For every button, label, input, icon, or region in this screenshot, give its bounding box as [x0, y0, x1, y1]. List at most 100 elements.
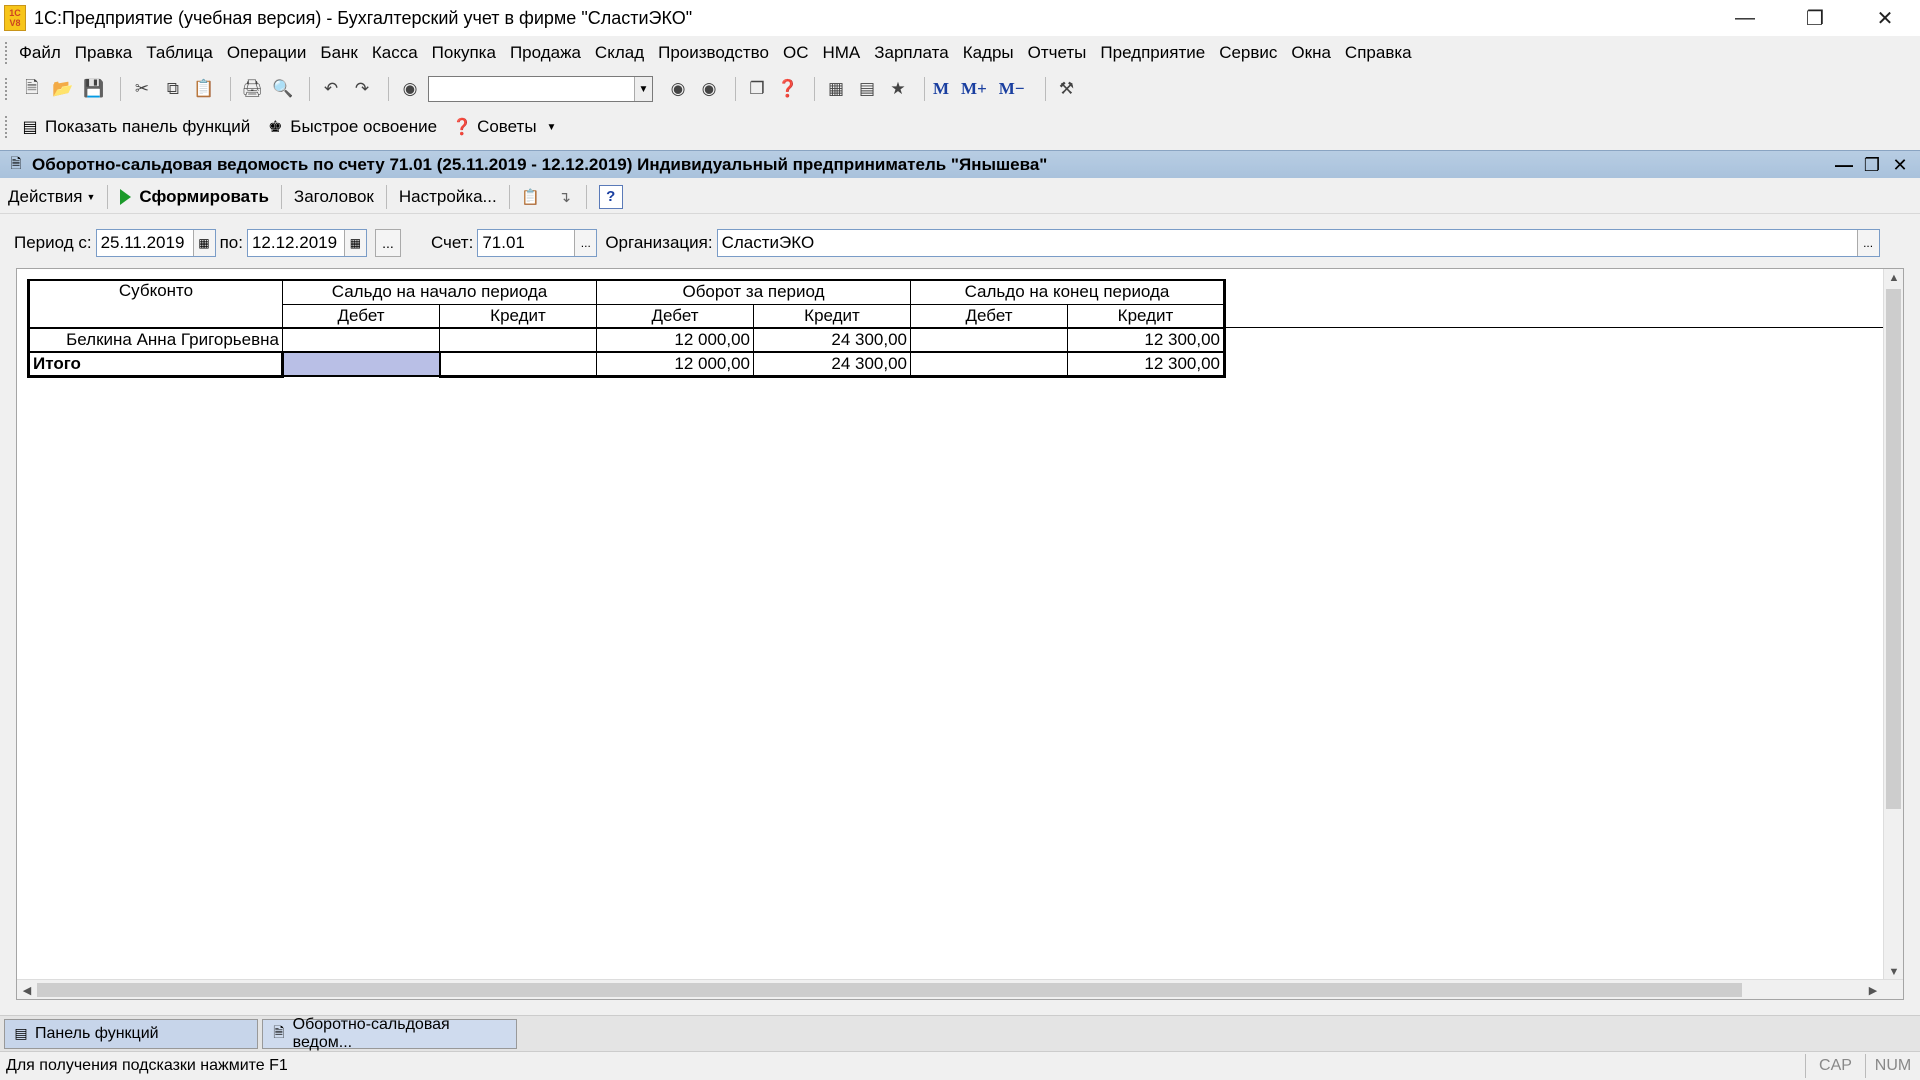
menu-cash[interactable]: Касса [372, 43, 418, 63]
report-spreadsheet[interactable]: Субконто Сальдо на начало периода Оборот… [16, 268, 1904, 1000]
new-document-icon[interactable]: 🗎 [19, 76, 45, 102]
scroll-up-icon[interactable]: ▲ [1884, 269, 1904, 287]
memory-minus-button[interactable]: M− [999, 79, 1025, 99]
memory-plus-button[interactable]: M+ [961, 79, 987, 99]
quick-learn-button[interactable]: ♚ Быстрое освоение [264, 116, 437, 138]
total-opening-credit[interactable] [439, 351, 597, 378]
vertical-scroll-thumb[interactable] [1886, 289, 1901, 809]
menu-bank[interactable]: Банк [320, 43, 357, 63]
closing-debit-header: Дебет [910, 303, 1068, 329]
horizontal-scroll-thumb[interactable] [37, 983, 1742, 997]
save-settings-icon[interactable]: ↴ [552, 184, 578, 210]
menu-table[interactable]: Таблица [146, 43, 213, 63]
total-closing-credit[interactable]: 12 300,00 [1067, 351, 1226, 378]
scroll-right-icon[interactable]: ▶ [1863, 980, 1883, 1000]
cut-icon[interactable]: ✂ [129, 76, 155, 102]
account-field[interactable]: 71.01 ... [477, 229, 598, 257]
table-row[interactable]: Белкина Анна Григорьевна 12 000,00 24 30… [27, 327, 1226, 353]
help-context-icon[interactable]: ❓ [775, 76, 801, 102]
menu-windows[interactable]: Окна [1291, 43, 1331, 63]
close-icon[interactable]: ✕ [1850, 0, 1920, 36]
organization-select-button[interactable]: ... [1856, 230, 1879, 256]
account-label: Счет: [430, 233, 474, 252]
period-to-field[interactable]: 12.12.2019 ▦ [246, 229, 367, 257]
menu-hr[interactable]: Кадры [963, 43, 1014, 63]
row-turnover-debit[interactable]: 12 000,00 [596, 327, 754, 353]
windows-icon[interactable]: ❐ [744, 76, 770, 102]
copy-icon[interactable]: ⧉ [160, 76, 186, 102]
open-icon[interactable]: 📂 [50, 76, 76, 102]
show-functions-panel-label: Показать панель функций [45, 117, 251, 136]
chevron-down-icon[interactable]: ▼ [547, 122, 557, 133]
show-functions-panel-button[interactable]: ▤ Показать панель функций [19, 116, 250, 138]
magic-icon[interactable]: ★ [885, 76, 911, 102]
calendar-icon[interactable]: ▦ [343, 230, 366, 256]
settings-button[interactable]: Настройка... [391, 183, 505, 211]
header-button[interactable]: Заголовок [286, 183, 382, 211]
total-turnover-credit[interactable]: 24 300,00 [753, 351, 911, 378]
menu-operations[interactable]: Операции [227, 43, 307, 63]
menu-sales[interactable]: Продажа [510, 43, 581, 63]
menu-salary[interactable]: Зарплата [874, 43, 948, 63]
total-label[interactable]: Итого [27, 351, 284, 378]
calendar-icon[interactable]: ▤ [854, 76, 880, 102]
row-closing-credit[interactable]: 12 300,00 [1067, 327, 1226, 353]
find-prev-icon[interactable]: ◉ [696, 76, 722, 102]
menu-file[interactable]: Файл [19, 43, 61, 63]
memory-button[interactable]: M [933, 79, 949, 99]
window-title: 1С:Предприятие (учебная версия) - Бухгал… [34, 7, 693, 28]
find-icon[interactable]: ◉ [397, 76, 423, 102]
period-from-field[interactable]: 25.11.2019 ▦ [95, 229, 216, 257]
menu-intangibles[interactable]: НМА [822, 43, 860, 63]
horizontal-scrollbar[interactable]: ◀ ▶ [17, 979, 1903, 999]
toolbar-separator [388, 77, 389, 101]
menu-purchase[interactable]: Покупка [432, 43, 496, 63]
total-turnover-debit[interactable]: 12 000,00 [596, 351, 754, 378]
doc-restore-icon[interactable]: ❐ [1858, 155, 1886, 176]
period-select-button[interactable]: ... [374, 229, 401, 257]
menu-fixed-assets[interactable]: ОС [783, 43, 809, 63]
search-combo[interactable]: ▼ [428, 76, 653, 102]
menu-help[interactable]: Справка [1345, 43, 1412, 63]
menu-reports[interactable]: Отчеты [1028, 43, 1087, 63]
save-icon[interactable]: 💾 [81, 76, 107, 102]
row-opening-credit[interactable] [439, 327, 597, 353]
menu-edit[interactable]: Правка [75, 43, 132, 63]
tips-button[interactable]: ❓ Советы ▼ [451, 116, 556, 138]
vertical-scrollbar[interactable]: ▲ ▼ [1883, 269, 1903, 981]
menu-enterprise[interactable]: Предприятие [1100, 43, 1205, 63]
row-subconto[interactable]: Белкина Анна Григорьевна [27, 327, 283, 353]
restore-icon[interactable]: ❐ [1780, 0, 1850, 36]
calculator-icon[interactable]: ▦ [823, 76, 849, 102]
functions-panel-tab[interactable]: ▤ Панель функций [4, 1018, 258, 1049]
doc-minimize-icon[interactable]: — [1830, 155, 1858, 176]
calendar-icon[interactable]: ▦ [192, 230, 215, 256]
tools-icon[interactable]: ⚒ [1054, 76, 1080, 102]
report-window-tab[interactable]: 🗎 Оборотно-сальдовая ведом... [262, 1016, 517, 1051]
row-turnover-credit[interactable]: 24 300,00 [753, 327, 911, 353]
menu-service[interactable]: Сервис [1219, 43, 1277, 63]
row-opening-debit[interactable] [282, 327, 440, 353]
scroll-left-icon[interactable]: ◀ [17, 980, 37, 1000]
actions-menu[interactable]: Действия ▼ [0, 183, 103, 211]
find-next-icon[interactable]: ◉ [665, 76, 691, 102]
help-button[interactable]: ? [598, 184, 623, 209]
total-closing-debit[interactable] [910, 351, 1068, 378]
restore-settings-icon[interactable]: 📋 [518, 184, 544, 210]
row-closing-debit[interactable] [910, 327, 1068, 353]
undo-icon[interactable]: ↶ [318, 76, 344, 102]
doc-close-icon[interactable]: ✕ [1886, 155, 1914, 176]
menu-production[interactable]: Производство [658, 43, 769, 63]
minimize-icon[interactable]: — [1710, 0, 1780, 36]
total-row[interactable]: Итого 12 000,00 24 300,00 12 300,00 [27, 351, 1226, 378]
print-preview-icon[interactable]: 🔍 [270, 76, 296, 102]
redo-icon[interactable]: ↷ [349, 76, 375, 102]
menu-warehouse[interactable]: Склад [595, 43, 644, 63]
account-select-button[interactable]: ... [574, 230, 597, 256]
print-icon[interactable]: 🖨 [239, 76, 265, 102]
paste-icon[interactable]: 📋 [191, 76, 217, 102]
total-opening-debit[interactable] [281, 351, 441, 377]
chevron-down-icon[interactable]: ▼ [634, 77, 652, 101]
generate-button[interactable]: Сформировать [112, 183, 277, 211]
organization-field[interactable]: СластиЭКО ... [716, 229, 1880, 257]
